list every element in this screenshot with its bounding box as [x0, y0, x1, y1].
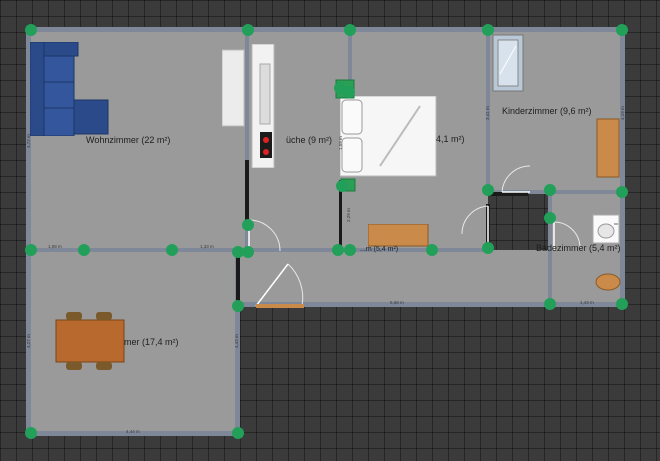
label-esszimmer: mer (17,4 m²) [124, 337, 179, 347]
wall-node[interactable] [616, 298, 628, 310]
dim-top-wohnzimmer: 4,41 m [130, 22, 144, 27]
door-flur-esszimmer[interactable] [254, 258, 310, 310]
label-badezimmer: Badezimmer (5,4 m²) [536, 243, 621, 253]
label-kinderzimmer: Kinderzimmer (9,6 m²) [502, 106, 592, 116]
wall-node[interactable] [242, 219, 254, 231]
sink-icon[interactable] [592, 214, 622, 246]
dim-top-kinderzimmer: 2,78 m [548, 22, 562, 27]
dining-table-icon[interactable] [52, 310, 130, 372]
dim-top-kueche: 2,11 m [290, 22, 304, 27]
dresser-icon[interactable] [368, 224, 430, 248]
wall-top[interactable] [26, 27, 624, 32]
wall-node[interactable] [242, 246, 254, 258]
wall-node[interactable] [482, 242, 494, 254]
label-wohnzimmer: Wohnzimmer (22 m²) [86, 135, 171, 145]
dim-schlaf-lower: 2,29 m [346, 208, 351, 222]
desk-kinder-icon[interactable] [596, 118, 622, 180]
sofa-icon[interactable] [30, 42, 110, 136]
wall-kueche-lower[interactable] [245, 160, 249, 220]
dim-left-wohnzimmer: 4,72 m [26, 134, 31, 148]
wall-node[interactable] [232, 427, 244, 439]
dim-mid-flur: 1,33 m [200, 244, 214, 249]
wall-node[interactable] [343, 86, 355, 98]
wall-node[interactable] [482, 24, 494, 36]
door-kinderzimmer[interactable] [500, 164, 534, 194]
wall-node[interactable] [544, 212, 556, 224]
wall-node[interactable] [25, 24, 37, 36]
wall-node[interactable] [332, 244, 344, 256]
label-flur: ...m (5,4 m²) [360, 246, 399, 253]
dim-mid-left: 1,08 m [48, 244, 62, 249]
wall-node[interactable] [242, 24, 254, 36]
wall-node[interactable] [426, 244, 438, 256]
bath-mat-icon[interactable] [594, 272, 622, 292]
wall-node[interactable] [616, 24, 628, 36]
dim-right-esszimmer: 4,43 m [234, 334, 239, 348]
wall-node[interactable] [336, 180, 348, 192]
wall-node[interactable] [544, 298, 556, 310]
dim-bottom-esszimmer: 4,44 m [126, 429, 140, 434]
dim-kinder-right: 4,19 m [620, 106, 625, 120]
dim-left-esszimmer: 4,27 m [26, 334, 31, 348]
wall-node[interactable] [344, 24, 356, 36]
dim-schlaf-left: 1,59 m [338, 136, 343, 150]
dim-flur-bottom: 5,68 m [390, 300, 404, 305]
wall-node[interactable] [482, 184, 494, 196]
dim-bad-bottom: 1,43 m [580, 300, 594, 305]
wall-flur-left[interactable] [236, 252, 240, 302]
wall-node[interactable] [232, 300, 244, 312]
dim-top-schlafzimmer: 2,90 m [412, 22, 426, 27]
wall-node[interactable] [344, 244, 356, 256]
dim-kinder-left: 3,41 m [485, 106, 490, 120]
wall-node[interactable] [166, 244, 178, 256]
label-kueche: üche (9 m²) [286, 135, 333, 145]
wall-node[interactable] [616, 186, 628, 198]
bed-icon[interactable] [340, 96, 438, 178]
wall-node[interactable] [78, 244, 90, 256]
floorplan-canvas[interactable]: Wohnzimmer (22 m²) üche (9 m²) 4,1 m²) K… [0, 0, 660, 461]
wardrobe-kinder-icon[interactable] [492, 34, 526, 94]
wall-node[interactable] [25, 427, 37, 439]
wall-node[interactable] [544, 184, 556, 196]
kitchen-counter-icon[interactable] [222, 44, 276, 168]
label-schlafzimmer: 4,1 m²) [436, 134, 465, 144]
wall-node[interactable] [25, 244, 37, 256]
